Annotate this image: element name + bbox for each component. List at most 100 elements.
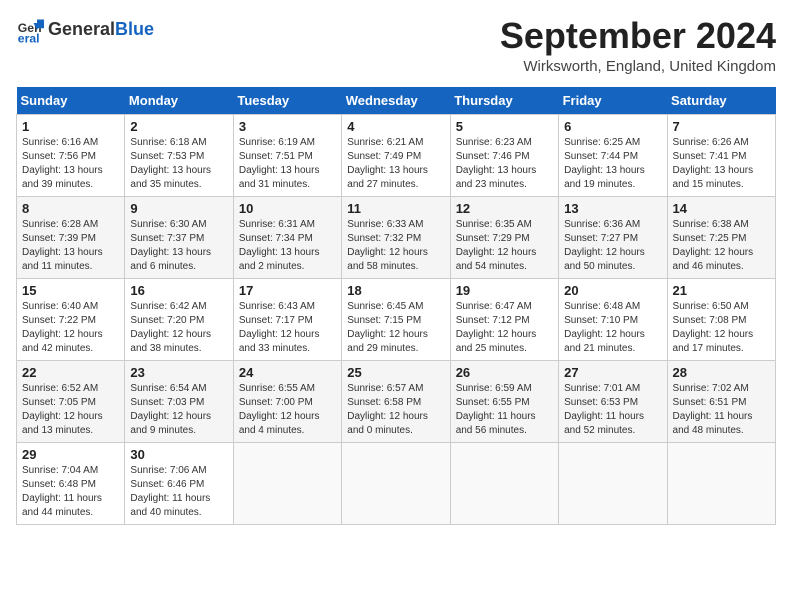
calendar-cell: 29 Sunrise: 7:04 AMSunset: 6:48 PMDaylig… (17, 442, 125, 524)
logo: Gen eral GeneralBlue (16, 16, 154, 44)
calendar-cell: 11 Sunrise: 6:33 AMSunset: 7:32 PMDaylig… (342, 196, 450, 278)
day-info: Sunrise: 6:57 AMSunset: 6:58 PMDaylight:… (347, 382, 444, 438)
day-number: 5 (456, 119, 553, 134)
header-monday: Monday (125, 87, 233, 115)
calendar-cell: 5 Sunrise: 6:23 AMSunset: 7:46 PMDayligh… (450, 114, 558, 196)
calendar-cell (233, 442, 341, 524)
day-info: Sunrise: 6:55 AMSunset: 7:00 PMDaylight:… (239, 382, 336, 438)
day-info: Sunrise: 6:38 AMSunset: 7:25 PMDaylight:… (673, 218, 770, 274)
day-number: 6 (564, 119, 661, 134)
day-number: 28 (673, 365, 770, 380)
calendar-cell: 23 Sunrise: 6:54 AMSunset: 7:03 PMDaylig… (125, 360, 233, 442)
title-block: September 2024 Wirksworth, England, Unit… (500, 16, 776, 75)
month-title: September 2024 (500, 16, 776, 56)
svg-text:eral: eral (18, 31, 40, 44)
day-number: 10 (239, 201, 336, 216)
calendar-cell: 18 Sunrise: 6:45 AMSunset: 7:15 PMDaylig… (342, 278, 450, 360)
calendar-cell: 9 Sunrise: 6:30 AMSunset: 7:37 PMDayligh… (125, 196, 233, 278)
day-number: 1 (22, 119, 119, 134)
day-number: 29 (22, 447, 119, 462)
day-number: 12 (456, 201, 553, 216)
day-number: 7 (673, 119, 770, 134)
calendar-cell: 1 Sunrise: 6:16 AMSunset: 7:56 PMDayligh… (17, 114, 125, 196)
page-header: Gen eral GeneralBlue September 2024 Wirk… (16, 16, 776, 75)
day-number: 27 (564, 365, 661, 380)
calendar-cell: 21 Sunrise: 6:50 AMSunset: 7:08 PMDaylig… (667, 278, 775, 360)
day-number: 3 (239, 119, 336, 134)
calendar-week-4: 22 Sunrise: 6:52 AMSunset: 7:05 PMDaylig… (17, 360, 776, 442)
day-number: 9 (130, 201, 227, 216)
day-number: 2 (130, 119, 227, 134)
day-number: 19 (456, 283, 553, 298)
day-info: Sunrise: 6:42 AMSunset: 7:20 PMDaylight:… (130, 300, 227, 356)
calendar-table: SundayMondayTuesdayWednesdayThursdayFrid… (16, 87, 776, 525)
calendar-cell: 27 Sunrise: 7:01 AMSunset: 6:53 PMDaylig… (559, 360, 667, 442)
header-tuesday: Tuesday (233, 87, 341, 115)
day-info: Sunrise: 7:06 AMSunset: 6:46 PMDaylight:… (130, 464, 227, 520)
day-number: 8 (22, 201, 119, 216)
calendar-cell: 19 Sunrise: 6:47 AMSunset: 7:12 PMDaylig… (450, 278, 558, 360)
calendar-cell: 12 Sunrise: 6:35 AMSunset: 7:29 PMDaylig… (450, 196, 558, 278)
calendar-cell: 4 Sunrise: 6:21 AMSunset: 7:49 PMDayligh… (342, 114, 450, 196)
day-info: Sunrise: 6:25 AMSunset: 7:44 PMDaylight:… (564, 136, 661, 192)
day-info: Sunrise: 6:28 AMSunset: 7:39 PMDaylight:… (22, 218, 119, 274)
header-friday: Friday (559, 87, 667, 115)
day-number: 11 (347, 201, 444, 216)
day-number: 18 (347, 283, 444, 298)
calendar-cell: 3 Sunrise: 6:19 AMSunset: 7:51 PMDayligh… (233, 114, 341, 196)
day-number: 13 (564, 201, 661, 216)
day-number: 16 (130, 283, 227, 298)
day-number: 20 (564, 283, 661, 298)
day-info: Sunrise: 6:45 AMSunset: 7:15 PMDaylight:… (347, 300, 444, 356)
calendar-week-1: 1 Sunrise: 6:16 AMSunset: 7:56 PMDayligh… (17, 114, 776, 196)
header-sunday: Sunday (17, 87, 125, 115)
day-info: Sunrise: 6:52 AMSunset: 7:05 PMDaylight:… (22, 382, 119, 438)
calendar-cell: 26 Sunrise: 6:59 AMSunset: 6:55 PMDaylig… (450, 360, 558, 442)
calendar-cell (559, 442, 667, 524)
calendar-cell: 14 Sunrise: 6:38 AMSunset: 7:25 PMDaylig… (667, 196, 775, 278)
day-number: 4 (347, 119, 444, 134)
day-number: 26 (456, 365, 553, 380)
calendar-cell: 13 Sunrise: 6:36 AMSunset: 7:27 PMDaylig… (559, 196, 667, 278)
day-info: Sunrise: 6:16 AMSunset: 7:56 PMDaylight:… (22, 136, 119, 192)
calendar-cell: 25 Sunrise: 6:57 AMSunset: 6:58 PMDaylig… (342, 360, 450, 442)
calendar-cell: 28 Sunrise: 7:02 AMSunset: 6:51 PMDaylig… (667, 360, 775, 442)
calendar-cell: 7 Sunrise: 6:26 AMSunset: 7:41 PMDayligh… (667, 114, 775, 196)
day-info: Sunrise: 6:48 AMSunset: 7:10 PMDaylight:… (564, 300, 661, 356)
day-number: 23 (130, 365, 227, 380)
day-info: Sunrise: 6:35 AMSunset: 7:29 PMDaylight:… (456, 218, 553, 274)
day-info: Sunrise: 6:18 AMSunset: 7:53 PMDaylight:… (130, 136, 227, 192)
calendar-cell (667, 442, 775, 524)
day-info: Sunrise: 6:30 AMSunset: 7:37 PMDaylight:… (130, 218, 227, 274)
calendar-cell: 30 Sunrise: 7:06 AMSunset: 6:46 PMDaylig… (125, 442, 233, 524)
calendar-week-2: 8 Sunrise: 6:28 AMSunset: 7:39 PMDayligh… (17, 196, 776, 278)
calendar-cell: 6 Sunrise: 6:25 AMSunset: 7:44 PMDayligh… (559, 114, 667, 196)
day-number: 24 (239, 365, 336, 380)
calendar-cell: 2 Sunrise: 6:18 AMSunset: 7:53 PMDayligh… (125, 114, 233, 196)
day-info: Sunrise: 6:40 AMSunset: 7:22 PMDaylight:… (22, 300, 119, 356)
header-row: SundayMondayTuesdayWednesdayThursdayFrid… (17, 87, 776, 115)
logo-general: GeneralBlue (48, 20, 154, 40)
day-number: 22 (22, 365, 119, 380)
calendar-cell: 10 Sunrise: 6:31 AMSunset: 7:34 PMDaylig… (233, 196, 341, 278)
calendar-cell: 16 Sunrise: 6:42 AMSunset: 7:20 PMDaylig… (125, 278, 233, 360)
day-info: Sunrise: 6:31 AMSunset: 7:34 PMDaylight:… (239, 218, 336, 274)
day-number: 25 (347, 365, 444, 380)
day-number: 15 (22, 283, 119, 298)
header-saturday: Saturday (667, 87, 775, 115)
location: Wirksworth, England, United Kingdom (500, 58, 776, 75)
calendar-week-5: 29 Sunrise: 7:04 AMSunset: 6:48 PMDaylig… (17, 442, 776, 524)
day-info: Sunrise: 6:23 AMSunset: 7:46 PMDaylight:… (456, 136, 553, 192)
day-info: Sunrise: 6:50 AMSunset: 7:08 PMDaylight:… (673, 300, 770, 356)
calendar-cell: 17 Sunrise: 6:43 AMSunset: 7:17 PMDaylig… (233, 278, 341, 360)
day-info: Sunrise: 7:02 AMSunset: 6:51 PMDaylight:… (673, 382, 770, 438)
calendar-week-3: 15 Sunrise: 6:40 AMSunset: 7:22 PMDaylig… (17, 278, 776, 360)
calendar-cell (342, 442, 450, 524)
day-info: Sunrise: 6:19 AMSunset: 7:51 PMDaylight:… (239, 136, 336, 192)
day-info: Sunrise: 6:47 AMSunset: 7:12 PMDaylight:… (456, 300, 553, 356)
day-info: Sunrise: 6:36 AMSunset: 7:27 PMDaylight:… (564, 218, 661, 274)
day-info: Sunrise: 7:01 AMSunset: 6:53 PMDaylight:… (564, 382, 661, 438)
day-info: Sunrise: 6:43 AMSunset: 7:17 PMDaylight:… (239, 300, 336, 356)
day-number: 21 (673, 283, 770, 298)
calendar-cell: 22 Sunrise: 6:52 AMSunset: 7:05 PMDaylig… (17, 360, 125, 442)
